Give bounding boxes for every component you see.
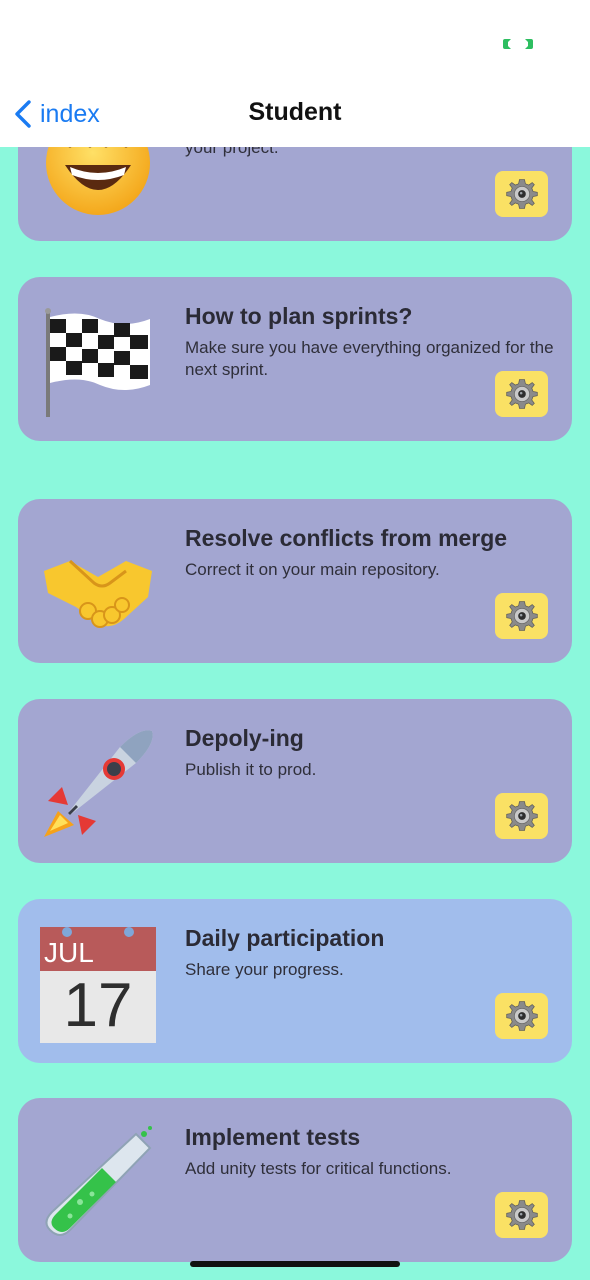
card-description: your project. (185, 147, 279, 157)
gear-icon (505, 799, 539, 833)
card-title: Implement tests (185, 1124, 361, 1150)
checkered-flag-icon (45, 308, 150, 417)
task-card[interactable]: How to plan sprints? Make sure you have … (18, 277, 572, 441)
settings-button[interactable] (495, 371, 548, 417)
task-card[interactable]: JUL 17 Daily participation Share your pr… (18, 899, 572, 1063)
card-list[interactable]: your project. How to plan sprints? Make … (0, 147, 590, 1280)
page-title: Student (248, 98, 342, 126)
card-title: Depoly-ing (185, 725, 304, 751)
gear-icon (505, 1198, 539, 1232)
card-title: Daily participation (185, 925, 385, 951)
home-indicator[interactable] (190, 1261, 400, 1267)
settings-button[interactable] (495, 593, 548, 639)
gear-icon (505, 377, 539, 411)
grinning-face-icon (46, 147, 150, 215)
card-description: Correct it on your main repository. (185, 560, 440, 579)
card-title: How to plan sprints? (185, 303, 413, 329)
gear-icon (505, 599, 539, 633)
calendar-icon: JUL 17 (40, 927, 156, 1043)
task-card[interactable]: your project. (18, 147, 572, 241)
handshake-icon (44, 559, 152, 628)
navigation-bar: index Student (0, 80, 590, 147)
settings-button[interactable] (495, 993, 548, 1039)
settings-button[interactable] (495, 171, 548, 217)
card-description: Share your progress. (185, 960, 344, 979)
settings-button[interactable] (495, 793, 548, 839)
gear-icon (505, 999, 539, 1033)
screen-cast-icon (503, 39, 533, 49)
status-bar (0, 0, 590, 80)
task-card[interactable]: Resolve conflicts from merge Correct it … (18, 499, 572, 663)
calendar-month: JUL (44, 937, 94, 968)
card-description: Publish it to prod. (185, 760, 317, 779)
calendar-day: 17 (63, 971, 133, 1040)
settings-button[interactable] (495, 1192, 548, 1238)
rocket-icon (44, 730, 153, 837)
card-description: Add unity tests for critical functions. (185, 1159, 452, 1178)
test-tube-icon (45, 1126, 152, 1236)
card-title: Resolve conflicts from merge (185, 525, 508, 551)
task-card[interactable]: Implement tests Add unity tests for crit… (18, 1098, 572, 1262)
gear-icon (505, 177, 539, 211)
task-card[interactable]: Depoly-ing Publish it to prod. (18, 699, 572, 863)
